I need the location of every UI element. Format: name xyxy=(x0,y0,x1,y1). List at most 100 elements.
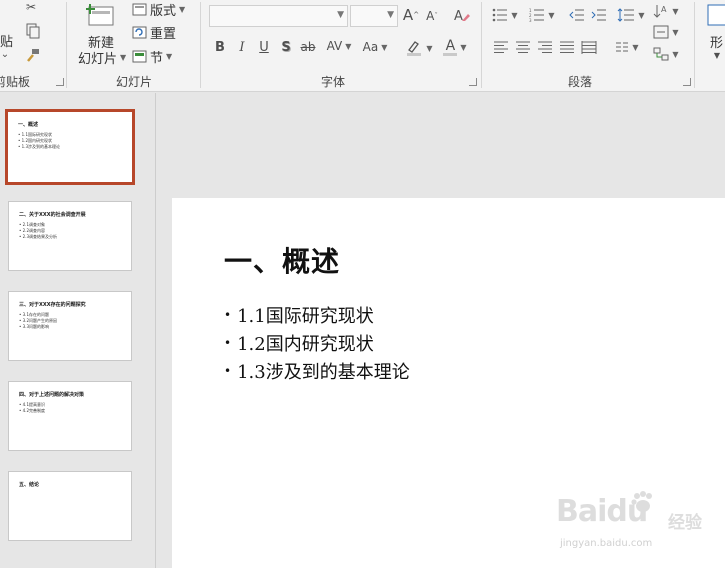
svg-text:3: 3 xyxy=(529,18,532,22)
underline-button[interactable]: U xyxy=(256,38,272,56)
italic-button[interactable]: I xyxy=(234,38,250,56)
font-color-swatch xyxy=(443,52,458,56)
distributed-icon[interactable] xyxy=(580,39,598,55)
layout-icon xyxy=(132,3,147,16)
paste-label: 贴 xyxy=(0,34,14,50)
paragraph-launcher-icon[interactable] xyxy=(683,78,691,86)
thumbnail-title: 一、概述 xyxy=(18,122,39,128)
line-spacing-button[interactable]: ▼ xyxy=(614,5,648,25)
chevron-down-icon: ▼ xyxy=(166,52,173,61)
change-case-label: Aa xyxy=(362,40,379,54)
format-painter-icon[interactable] xyxy=(24,46,42,64)
highlight-color-button[interactable]: ▼ xyxy=(402,38,436,58)
chevron-down-icon: ▼ xyxy=(638,10,645,20)
chevron-down-icon[interactable]: ▼ xyxy=(712,50,722,60)
clipboard-group-label: 剪贴板 xyxy=(0,75,31,89)
line-spacing-icon xyxy=(618,8,635,22)
clear-formatting-icon[interactable]: A xyxy=(452,6,472,24)
separator xyxy=(66,2,67,88)
shape-label[interactable]: 形 xyxy=(710,32,723,51)
font-color-button[interactable]: A ▼ xyxy=(440,36,470,58)
slide-thumbnail-4[interactable]: 四、对于上述问题的解决对策 • 4.1提高意识 • 4.2完善制度 xyxy=(8,381,132,451)
section-button[interactable]: 节 ▼ xyxy=(132,47,172,66)
ribbon: ✂ 贴 ⌄ 剪贴板 新建 幻灯片 ▼ 版式 ▼ 重置 节 ▼ 幻灯片 ▼ ▼ A… xyxy=(0,0,725,92)
slide-thumbnail-5[interactable]: 五、结论 xyxy=(8,471,132,541)
copy-icon[interactable] xyxy=(24,22,42,40)
strikethrough-button[interactable]: ab xyxy=(298,38,318,56)
reset-button[interactable]: 重置 xyxy=(132,23,176,42)
slide-thumbnail-1[interactable]: 一、概述 • 1.1国际研究现状 • 1.2国内研究现状 • 1.3涉及到的基本… xyxy=(5,109,135,185)
font-group-label: 字体 xyxy=(321,75,346,89)
numbering-icon: 123 xyxy=(529,8,545,22)
paste-dropdown-icon[interactable]: ⌄ xyxy=(0,48,10,60)
align-left-icon[interactable] xyxy=(492,39,510,55)
chevron-down-icon: ▼ xyxy=(460,42,467,52)
align-center-icon[interactable] xyxy=(514,39,532,55)
separator xyxy=(200,2,201,88)
bullet-icon: • xyxy=(224,308,232,322)
clipboard-launcher-icon[interactable] xyxy=(56,78,64,86)
columns-icon xyxy=(616,42,629,52)
slide-bullet[interactable]: • 1.1国际研究现状 xyxy=(224,302,374,328)
highlighter-icon xyxy=(407,41,422,56)
bullets-icon xyxy=(493,8,508,22)
align-right-icon[interactable] xyxy=(536,39,554,55)
smartart-button[interactable]: ▼ xyxy=(652,44,680,64)
slide-bullet[interactable]: • 1.3涉及到的基本理论 xyxy=(224,358,410,384)
slide-title[interactable]: 一、概述 xyxy=(224,240,340,280)
layout-label: 版式 xyxy=(150,4,177,19)
chevron-down-icon: ▼ xyxy=(672,27,679,37)
increase-indent-icon[interactable] xyxy=(590,6,608,24)
chevron-down-icon: ▼ xyxy=(381,42,388,52)
chevron-down-icon: ▼ xyxy=(511,10,518,20)
text-direction-icon: A xyxy=(654,5,667,18)
smartart-icon xyxy=(653,47,669,61)
justify-icon[interactable] xyxy=(558,39,576,55)
slide-bullet[interactable]: • 1.2国内研究现状 xyxy=(224,330,374,356)
character-spacing-button[interactable]: AV ▼ xyxy=(322,36,356,56)
numbering-button[interactable]: 123 ▼ xyxy=(526,5,558,25)
slide-thumbnail-2[interactable]: 二、关于XXX的社会调查开展 • 2.1调查对象 • 2.2调查内容 • 2.3… xyxy=(8,201,132,271)
font-color-label: A xyxy=(445,37,456,54)
chevron-down-icon: ▼ xyxy=(387,10,394,20)
character-spacing-label: AV xyxy=(326,39,343,53)
thumbnail-line: • 3.3问题的影响 xyxy=(19,324,49,329)
slide-thumbnail-3[interactable]: 三、对于XXX存在的问题探究 • 3.1存在的问题 • 3.2问题产生的原因 •… xyxy=(8,291,132,361)
chevron-down-icon: ▼ xyxy=(179,5,186,14)
columns-button[interactable]: ▼ xyxy=(612,38,642,56)
section-label: 节 xyxy=(150,51,164,66)
watermark-cn: 经验 xyxy=(668,513,702,533)
separator xyxy=(481,2,482,88)
decrease-font-label: A xyxy=(426,9,435,23)
shadow-button[interactable]: S xyxy=(278,38,294,56)
chevron-down-icon: ▼ xyxy=(548,10,555,20)
bullet-text: 1.2国内研究现状 xyxy=(237,334,374,355)
font-size-combo[interactable]: ▼ xyxy=(350,5,398,27)
thumbnail-line: • 1.3涉及到的基本理论 xyxy=(18,144,60,149)
align-text-icon xyxy=(653,25,669,39)
text-direction-button[interactable]: A ▼ xyxy=(652,0,680,22)
change-case-button[interactable]: Aa ▼ xyxy=(358,38,392,56)
increase-font-size-button[interactable]: A ^ xyxy=(402,6,420,24)
new-slide-dropdown[interactable]: 幻灯片 ▼ xyxy=(78,48,126,67)
thumbnail-title: 二、关于XXX的社会调查开展 xyxy=(19,212,86,218)
decrease-font-size-button[interactable]: Aˇ xyxy=(424,8,440,24)
bold-button[interactable]: B xyxy=(212,38,228,56)
align-text-button[interactable]: ▼ xyxy=(652,22,680,42)
bullets-button[interactable]: ▼ xyxy=(490,5,520,25)
increase-font-label: A xyxy=(402,6,414,24)
paste-button[interactable]: 贴 xyxy=(0,30,13,50)
thumbnail-line: • 4.2完善制度 xyxy=(19,408,45,413)
slides-group-label: 幻灯片 xyxy=(116,75,153,89)
font-launcher-icon[interactable] xyxy=(469,78,477,86)
shapes-gallery-icon[interactable] xyxy=(706,2,725,28)
bullet-icon: • xyxy=(224,336,232,350)
paw-icon xyxy=(631,491,652,512)
chevron-down-icon: ▼ xyxy=(672,49,679,59)
decrease-indent-icon[interactable] xyxy=(568,6,586,24)
cut-icon[interactable]: ✂ xyxy=(22,0,40,14)
new-slide-icon[interactable] xyxy=(86,3,116,29)
layout-button[interactable]: 版式 ▼ xyxy=(132,0,185,19)
reset-icon xyxy=(132,26,147,39)
font-name-combo[interactable]: ▼ xyxy=(209,5,348,27)
